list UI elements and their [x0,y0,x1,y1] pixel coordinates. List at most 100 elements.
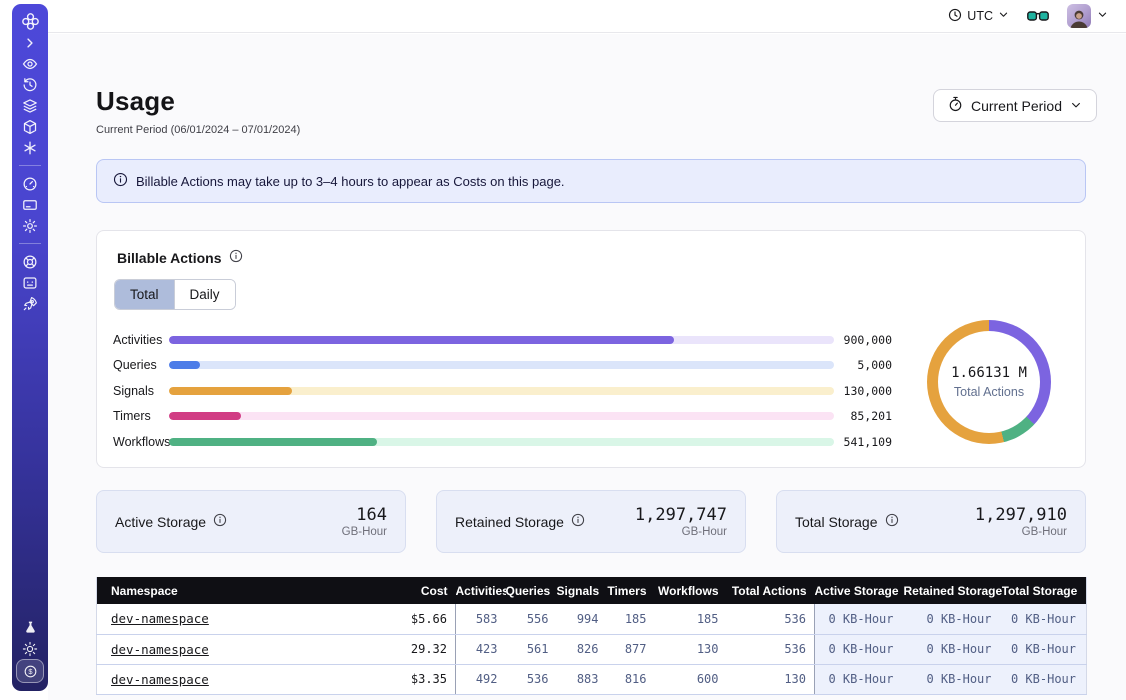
usage-gauge-icon[interactable] [17,173,43,194]
storage-label-text: Total Storage [795,514,878,530]
bar-value: 541,109 [834,435,892,449]
bar-value: 85,201 [834,409,892,423]
theme-sun-icon[interactable] [17,638,43,659]
info-icon[interactable] [885,513,899,530]
sidebar-divider [19,165,41,166]
page-head: Usage Current Period (06/01/2024 – 07/01… [96,86,300,136]
queries-cell: 556 [506,604,557,634]
bar-fill [169,438,377,446]
bar-track [169,336,834,344]
tab-total[interactable]: Total [115,280,175,309]
namespace-cell: dev-namespace [97,634,397,664]
bar-row-signals: Signals 130,000 [113,378,892,404]
storage-label-text: Active Storage [115,514,206,530]
signals-cell: 994 [557,604,607,634]
billing-card-icon[interactable] [17,194,43,215]
expand-chevron-icon[interactable] [17,32,43,53]
bar-label: Queries [113,358,169,372]
col-workflows: Workflows [655,577,727,604]
namespaces-eye-icon[interactable] [17,53,43,74]
bar-track [169,412,834,420]
active-storage-cell: 0 KB-Hour [815,664,904,694]
timezone-selector[interactable]: UTC [948,8,1009,25]
signals-cell: 826 [557,634,607,664]
queries-cell: 536 [506,664,557,694]
total-actions-cell: 130 [727,664,815,694]
bar-label: Activities [113,333,169,347]
storage-cards-row: Active Storage 164 GB-Hour Retained Stor… [96,490,1086,553]
bar-fill [169,412,241,420]
tab-daily[interactable]: Daily [175,280,235,309]
info-icon[interactable] [229,249,243,266]
signals-cell: 883 [557,664,607,694]
bar-track [169,387,834,395]
col-timers: Timers [607,577,655,604]
app-frame: $ UTC [0,0,1126,700]
cube-icon[interactable] [17,116,43,137]
info-icon[interactable] [571,513,585,530]
donut-center: 1.66131 M Total Actions [938,331,1040,433]
storage-unit: GB-Hour [635,525,727,539]
sidebar-nav: $ [12,4,48,691]
activities-cell: 423 [456,634,506,664]
labs-flask-icon[interactable] [17,617,43,638]
workflows-cell: 130 [655,634,727,664]
billable-tabs: Total Daily [114,279,236,310]
page-subtitle: Current Period (06/01/2024 – 07/01/2024) [96,124,300,136]
activities-cell: 583 [456,604,506,634]
total-actions-value: 1.66131 M [951,365,1027,381]
col-activities: Activities [456,577,506,604]
total-storage-cell: 0 KB-Hour [1002,634,1087,664]
settings-gear-icon[interactable] [17,215,43,236]
workflows-cell: 600 [655,664,727,694]
namespace-link[interactable]: dev-namespace [111,672,209,687]
namespace-cell: dev-namespace [97,664,397,694]
storage-label: Total Storage [795,513,899,530]
feedback-glasses-icon[interactable] [1027,10,1049,23]
nexus-asterisk-icon[interactable] [17,137,43,158]
terminal-icon[interactable] [17,272,43,293]
main-content: Usage Current Period (06/01/2024 – 07/01… [48,34,1126,700]
billable-actions-title: Billable Actions [117,249,243,266]
page-title: Usage [96,86,300,117]
retained-storage-cell: 0 KB-Hour [904,634,1002,664]
namespace-cell: dev-namespace [97,604,397,634]
active-storage-cell: 0 KB-Hour [815,634,904,664]
bar-label: Timers [113,409,169,423]
layers-icon[interactable] [17,95,43,116]
storage-unit: GB-Hour [975,525,1067,539]
bar-fill [169,336,674,344]
support-lifering-icon[interactable] [17,251,43,272]
bar-row-workflows: Workflows 541,109 [113,429,892,455]
namespace-link[interactable]: dev-namespace [111,611,209,626]
rocket-icon[interactable] [17,293,43,314]
namespace-link[interactable]: dev-namespace [111,642,209,657]
timers-cell: 816 [607,664,655,694]
cost-cell: 29.32 [397,634,456,664]
billable-bar-chart: Activities 900,000 Queries 5,000 Signals… [113,327,892,455]
clock-icon [948,8,962,25]
total-actions-label: Total Actions [954,385,1024,399]
period-dropdown-button[interactable]: Current Period [933,89,1097,122]
billable-actions-title-text: Billable Actions [117,250,222,266]
active-storage-cell: 0 KB-Hour [815,604,904,634]
retained-storage-cell: 0 KB-Hour [904,664,1002,694]
bar-row-activities: Activities 900,000 [113,327,892,353]
bar-row-queries: Queries 5,000 [113,353,892,379]
timers-cell: 877 [607,634,655,664]
queries-cell: 561 [506,634,557,664]
total-storage-cell: 0 KB-Hour [1002,604,1087,634]
user-avatar [1067,4,1091,28]
usage-dollar-icon[interactable]: $ [16,659,44,683]
info-icon[interactable] [213,513,227,530]
history-icon[interactable] [17,74,43,95]
temporal-logo-icon[interactable] [17,11,43,32]
storage-number: 1,297,747 [635,505,727,525]
total-storage-card: Total Storage 1,297,910 GB-Hour [776,490,1086,553]
storage-value: 1,297,910 GB-Hour [975,505,1067,539]
sidebar-divider [19,243,41,244]
storage-unit: GB-Hour [342,525,387,539]
account-menu[interactable] [1067,4,1108,28]
cost-cell: $3.35 [397,664,456,694]
col-total-storage: Total Storage [1002,577,1087,604]
